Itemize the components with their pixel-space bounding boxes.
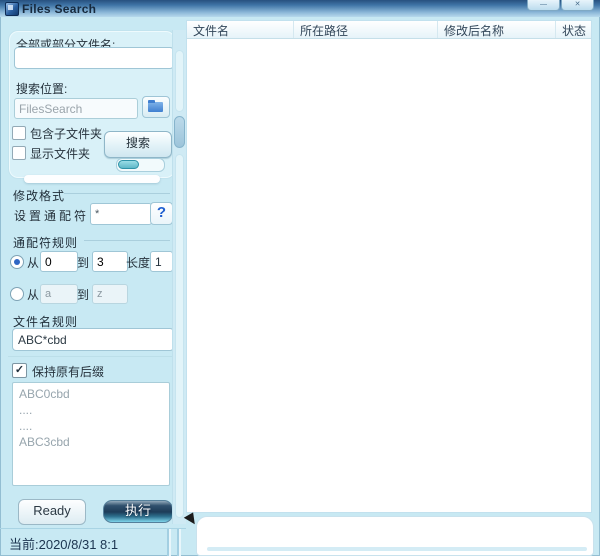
column-header-newname[interactable]: 修改后名称	[438, 21, 556, 38]
close-button[interactable]: ✕	[561, 0, 594, 11]
left-scrollbar-thumb[interactable]	[174, 116, 185, 148]
length-combobox[interactable]: 1	[150, 251, 173, 272]
ready-button[interactable]: Ready	[18, 499, 86, 525]
execute-button[interactable]: 执行	[103, 500, 173, 523]
length-label: 长度	[126, 254, 150, 271]
column-header-filename[interactable]: 文件名	[187, 21, 294, 38]
include-subfolders-label: 包含子文件夹	[30, 125, 102, 142]
bottom-panel[interactable]	[196, 516, 594, 556]
alpha-from-label: 从	[27, 286, 39, 303]
alpha-to-input[interactable]	[92, 284, 128, 304]
results-table: 文件名 所在路径 修改后名称 状态	[186, 20, 592, 513]
wildcard-rules-rule	[84, 240, 170, 241]
search-button[interactable]: 搜索	[104, 131, 172, 158]
wildcard-input[interactable]	[90, 203, 152, 225]
status-grip-1	[167, 529, 171, 556]
minimize-icon: —	[540, 1, 547, 8]
progress-toggle-thumb[interactable]	[118, 160, 139, 169]
column-header-status[interactable]: 状态	[556, 21, 591, 38]
list-item[interactable]: ....	[13, 418, 169, 434]
section-divider-pill	[24, 175, 160, 183]
help-button[interactable]: ?	[150, 202, 173, 225]
include-subfolders-checkbox[interactable]	[12, 126, 26, 140]
scroll-segment-bottom	[175, 154, 184, 518]
app-icon	[5, 2, 19, 16]
show-folders-checkbox[interactable]	[12, 146, 26, 160]
title-bar: Files Search	[0, 0, 600, 17]
numeric-from-input[interactable]	[40, 251, 78, 272]
list-item[interactable]: ABC3cbd	[13, 434, 169, 450]
preview-listbox[interactable]: ABC0cbd .... .... ABC3cbd	[12, 382, 170, 486]
column-header-path[interactable]: 所在路径	[294, 21, 438, 38]
app-window: Files Search — ✕ 全部或部分文件名: 搜索位置: 包含子文件夹 …	[0, 0, 600, 556]
keep-suffix-checkbox[interactable]: ✓	[12, 363, 27, 378]
wildcard-label: 设置通配符	[14, 207, 89, 224]
alpha-from-input[interactable]	[40, 284, 78, 304]
status-grip-2	[177, 529, 181, 556]
modify-format-rule	[64, 193, 170, 194]
modify-format-title: 修改格式	[13, 187, 65, 204]
numeric-from-label: 从	[27, 254, 39, 271]
show-folders-label: 显示文件夹	[30, 145, 90, 162]
alpha-rule-radio[interactable]	[10, 287, 24, 301]
minimize-button[interactable]: —	[527, 0, 560, 11]
pattern-input[interactable]	[12, 328, 174, 351]
list-item[interactable]: ABC0cbd	[13, 386, 169, 402]
location-label: 搜索位置:	[16, 80, 67, 97]
numeric-to-input[interactable]	[92, 251, 128, 272]
location-input[interactable]	[14, 98, 138, 119]
window-title: Files Search	[22, 2, 96, 16]
statusbar-divider	[0, 528, 186, 529]
progress-toggle[interactable]	[116, 158, 165, 172]
table-header-row: 文件名 所在路径 修改后名称 状态	[187, 21, 591, 39]
numeric-rule-radio[interactable]	[10, 255, 24, 269]
filename-input[interactable]	[14, 47, 174, 69]
wildcard-rules-title: 通配符规则	[13, 234, 78, 251]
list-item[interactable]: ....	[13, 402, 169, 418]
bottom-panel-stripe	[207, 547, 587, 551]
numeric-to-label: 到	[77, 254, 89, 271]
close-icon: ✕	[575, 1, 581, 8]
scroll-segment-top	[175, 50, 184, 112]
browse-button[interactable]	[142, 96, 170, 118]
rules-divider	[8, 356, 172, 357]
left-scrollbar[interactable]	[172, 30, 186, 524]
length-value: 1	[155, 255, 162, 269]
keep-suffix-label: 保持原有后缀	[32, 363, 104, 380]
folder-icon	[148, 102, 163, 112]
mouse-cursor-icon	[183, 512, 195, 525]
alpha-to-label: 到	[77, 286, 89, 303]
status-text: 当前:2020/8/31 8:1	[9, 534, 118, 553]
